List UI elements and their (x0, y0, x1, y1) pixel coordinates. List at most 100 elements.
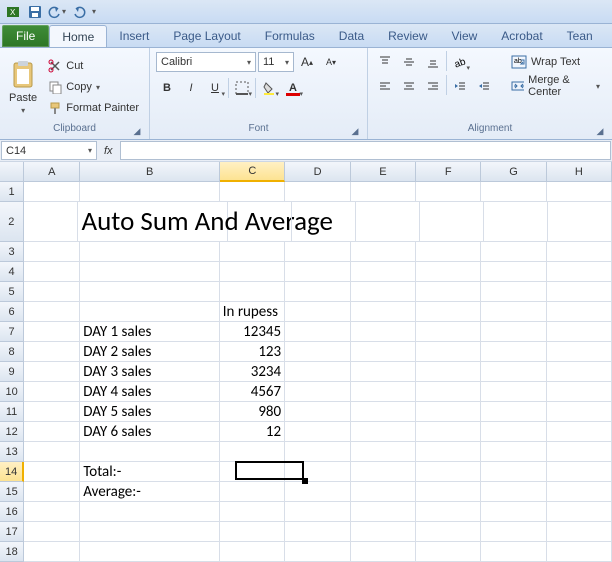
cell[interactable]: DAY 3 sales (80, 362, 220, 382)
cell[interactable] (24, 262, 80, 282)
cell[interactable] (220, 182, 285, 202)
cell[interactable] (292, 202, 356, 242)
cell[interactable] (547, 322, 612, 342)
increase-font-button[interactable]: A▴ (296, 51, 318, 73)
copy-button[interactable]: Copy▾ (44, 77, 143, 97)
cell[interactable] (351, 482, 416, 502)
cell[interactable] (80, 542, 220, 562)
cell[interactable]: 4567 (220, 382, 285, 402)
cell[interactable] (351, 242, 416, 262)
cell[interactable] (24, 322, 80, 342)
cell[interactable] (351, 422, 416, 442)
cell[interactable] (481, 482, 546, 502)
cell[interactable] (24, 282, 80, 302)
column-header[interactable]: D (285, 162, 350, 182)
align-center-button[interactable] (398, 75, 420, 97)
qat-customize-icon[interactable]: ▾ (92, 7, 96, 16)
font-color-button[interactable]: A▾ (282, 77, 304, 99)
cell[interactable] (351, 462, 416, 482)
cell[interactable]: 3234 (220, 362, 285, 382)
cell[interactable] (481, 182, 546, 202)
cell[interactable] (416, 442, 481, 462)
cell[interactable] (285, 182, 350, 202)
cell[interactable] (24, 542, 80, 562)
cell[interactable] (80, 442, 220, 462)
cell[interactable] (24, 202, 79, 242)
row-header[interactable]: 1 (0, 182, 24, 202)
cell[interactable] (481, 442, 546, 462)
font-size-combo[interactable]: 11▾ (258, 52, 294, 72)
row-header[interactable]: 3 (0, 242, 24, 262)
cell[interactable] (416, 542, 481, 562)
cell[interactable] (547, 422, 612, 442)
tab-insert[interactable]: Insert (107, 25, 161, 47)
cell[interactable] (285, 382, 350, 402)
cell[interactable] (285, 402, 350, 422)
column-header[interactable]: E (351, 162, 416, 182)
cell[interactable]: Total:- (80, 462, 219, 482)
cell[interactable] (351, 262, 416, 282)
row-header[interactable]: 12 (0, 422, 24, 442)
tab-formulas[interactable]: Formulas (253, 25, 327, 47)
cell[interactable] (547, 302, 612, 322)
spreadsheet-grid[interactable]: ABCDEFGH12Auto Sum And Average3456In rup… (0, 162, 612, 562)
cell[interactable] (481, 522, 546, 542)
tab-acrobat[interactable]: Acrobat (489, 25, 554, 47)
cell[interactable] (285, 282, 350, 302)
cell[interactable] (416, 482, 481, 502)
cell[interactable] (547, 182, 612, 202)
cell[interactable] (285, 522, 350, 542)
cell[interactable] (547, 382, 612, 402)
row-header[interactable]: 13 (0, 442, 24, 462)
column-header[interactable]: A (24, 162, 80, 182)
cell[interactable] (24, 422, 80, 442)
tab-view[interactable]: View (440, 25, 490, 47)
cell[interactable] (548, 202, 612, 242)
cell[interactable] (547, 442, 612, 462)
cell[interactable] (351, 182, 416, 202)
row-header[interactable]: 4 (0, 262, 24, 282)
align-left-button[interactable] (374, 75, 396, 97)
cell[interactable] (24, 302, 80, 322)
undo-button[interactable]: ▾ (48, 3, 66, 21)
cell[interactable] (351, 282, 416, 302)
cell[interactable] (220, 442, 285, 462)
merge-center-button[interactable]: Merge & Center▾ (505, 75, 606, 97)
cell[interactable] (481, 542, 546, 562)
cell[interactable] (351, 542, 416, 562)
cell[interactable]: DAY 4 sales (80, 382, 220, 402)
column-header[interactable]: F (416, 162, 481, 182)
cell[interactable] (481, 402, 546, 422)
cell[interactable] (285, 542, 350, 562)
cell[interactable] (481, 282, 546, 302)
fill-color-button[interactable]: ▾ (258, 77, 280, 99)
cell[interactable] (220, 522, 285, 542)
cell[interactable] (80, 522, 220, 542)
formula-bar[interactable] (120, 141, 611, 160)
cell[interactable] (481, 242, 546, 262)
name-box[interactable]: C14▾ (1, 141, 97, 160)
cell[interactable] (416, 402, 481, 422)
cell[interactable] (285, 482, 350, 502)
cell[interactable] (351, 322, 416, 342)
dialog-launcher-icon[interactable]: ◢ (131, 126, 143, 138)
row-header[interactable]: 7 (0, 322, 24, 342)
cell[interactable] (547, 262, 612, 282)
column-header[interactable]: H (547, 162, 612, 182)
cell[interactable] (351, 362, 416, 382)
orientation-button[interactable]: ab▾ (449, 51, 471, 73)
cell[interactable] (416, 342, 481, 362)
cell[interactable] (547, 342, 612, 362)
align-top-button[interactable] (374, 51, 396, 73)
cell[interactable] (220, 542, 285, 562)
cell[interactable] (416, 182, 481, 202)
row-header[interactable]: 14 (0, 462, 24, 482)
cell[interactable] (24, 462, 80, 482)
cell[interactable] (351, 402, 416, 422)
cell[interactable] (220, 482, 285, 502)
cut-button[interactable]: Cut (44, 56, 143, 76)
cell[interactable] (547, 542, 612, 562)
row-header[interactable]: 16 (0, 502, 24, 522)
cell[interactable] (416, 502, 481, 522)
cell[interactable] (24, 242, 80, 262)
